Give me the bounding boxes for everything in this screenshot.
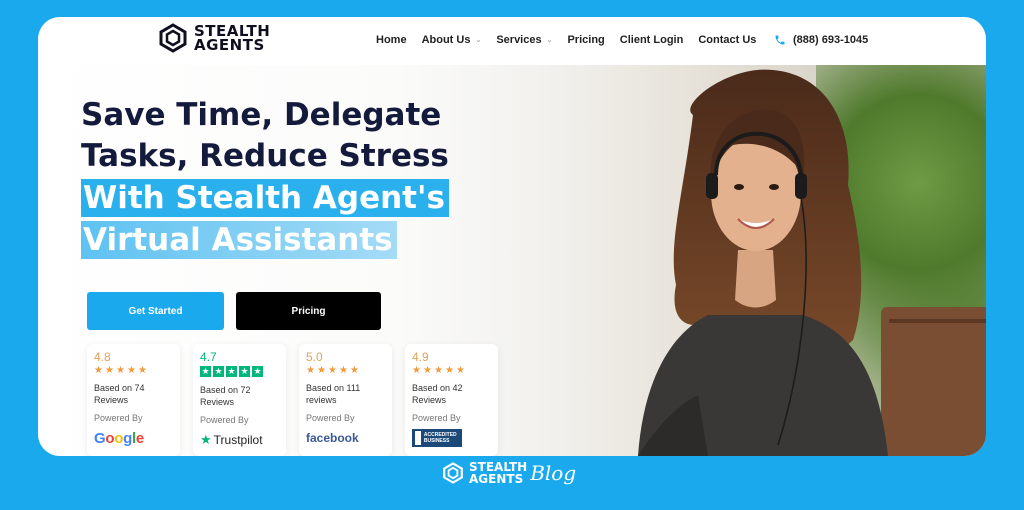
star-half-icon: ★ (350, 365, 359, 376)
star-icon: ★ (445, 365, 454, 376)
star-rating: ★ ★ ★ ★ ★ (200, 366, 279, 377)
nav-pricing[interactable]: Pricing (567, 34, 604, 46)
review-count: Based on 111 reviews (306, 383, 361, 405)
bbb-label: ACCREDITED BUSINESS (423, 432, 457, 444)
star-icon: ★ (412, 365, 421, 376)
star-half-icon: ★ (138, 365, 147, 376)
headline-line4: Virtual Assistants (81, 221, 397, 259)
stealth-agents-logo[interactable]: STEALTH AGENTS (158, 23, 270, 53)
headline-line2: Tasks, Reduce Stress (81, 138, 449, 174)
nav-home-label: Home (376, 34, 407, 46)
nav-contact-us-label: Contact Us (698, 34, 757, 46)
headline-line1: Save Time, Delegate (81, 97, 442, 133)
review-count: Based on 42 Reviews (412, 383, 463, 405)
star-icon: ★ (317, 365, 326, 376)
logo-hexagon-icon (443, 462, 463, 484)
review-score: 4.7 (200, 350, 217, 364)
nav-services[interactable]: Services ⌄ (496, 34, 552, 46)
star-icon: ★ (423, 365, 432, 376)
nav-about-us[interactable]: About Us ⌄ (422, 34, 482, 46)
star-icon: ★ (213, 366, 224, 377)
google-logo: Google (94, 429, 144, 447)
nav-about-us-label: About Us (421, 34, 471, 46)
star-icon: ★ (339, 365, 348, 376)
powered-by: Powered By (306, 413, 355, 423)
blog-script-label: Blog (530, 461, 577, 485)
phone-link[interactable]: (888) 693-1045 (774, 34, 868, 46)
nav-services-label: Services (496, 34, 542, 46)
logo-line2: AGENTS (194, 36, 265, 54)
hero-card: STEALTH AGENTS Home About Us ⌄ Services ⌄ … (38, 17, 986, 456)
star-half-icon: ★ (456, 365, 465, 376)
star-rating: ★ ★ ★ ★ ★ (412, 365, 491, 376)
star-icon: ★ (127, 365, 136, 376)
chair-image (881, 307, 986, 456)
star-icon: ★ (226, 366, 237, 377)
review-card-bbb[interactable]: 4.9 ★ ★ ★ ★ ★ Based on 42 Reviews Powered By… (405, 344, 498, 456)
bbb-logo: ACCREDITED BUSINESS (412, 429, 491, 447)
review-card-google[interactable]: 4.8 ★ ★ ★ ★ ★ Based on 74 Reviews Powered By… (87, 344, 180, 456)
main-nav: Home About Us ⌄ Services ⌄ Pricing Client … (376, 34, 771, 46)
nav-pricing-label: Pricing (567, 34, 605, 46)
review-score: 4.9 (412, 350, 429, 364)
star-icon: ★ (200, 366, 211, 377)
review-score: 4.8 (94, 350, 111, 364)
phone-number: (888) 693-1045 (793, 34, 869, 46)
headline-line3: With Stealth Agent's (81, 179, 449, 217)
powered-by: Powered By (412, 413, 461, 423)
star-icon: ★ (252, 366, 263, 377)
logo-text: STEALTH AGENTS (194, 24, 270, 54)
get-started-button[interactable]: Get Started (87, 292, 224, 330)
powered-by: Powered By (200, 415, 249, 425)
star-icon: ★ (105, 365, 114, 376)
review-card-trustpilot[interactable]: 4.7 ★ ★ ★ ★ ★ Based on 72 Reviews Powered By… (193, 344, 286, 456)
nav-contact-us[interactable]: Contact Us (698, 34, 756, 46)
phone-icon (775, 35, 785, 45)
stealth-agents-blog-logo: STEALTH AGENTS Blog (442, 461, 576, 485)
logo-hexagon-icon (159, 23, 187, 53)
review-count: Based on 74 Reviews (94, 383, 145, 405)
nav-client-login[interactable]: Client Login (620, 34, 684, 46)
review-count: Based on 72 Reviews (200, 385, 251, 407)
star-rating: ★ ★ ★ ★ ★ (94, 365, 173, 376)
nav-home[interactable]: Home (376, 34, 407, 46)
star-icon: ★ (94, 365, 103, 376)
review-score: 5.0 (306, 350, 323, 364)
virtual-assistant-photo (638, 69, 888, 456)
star-rating: ★ ★ ★ ★ ★ (306, 365, 385, 376)
chevron-down-icon: ⌄ (475, 37, 482, 44)
review-card-facebook[interactable]: 5.0 ★ ★ ★ ★ ★ Based on 111 reviews Powered B… (299, 344, 392, 456)
star-icon: ★ (306, 365, 315, 376)
star-icon: ★ (328, 365, 337, 376)
pricing-button[interactable]: Pricing (236, 292, 381, 330)
nav-client-login-label: Client Login (619, 34, 684, 46)
blog-logo-line2: AGENTS (469, 472, 524, 486)
chevron-down-icon: ⌄ (546, 37, 553, 44)
facebook-logo: facebook (306, 431, 359, 445)
trustpilot-logo: ★ Trustpilot (200, 431, 279, 449)
bbb-torch-icon (415, 431, 421, 445)
star-icon: ★ (239, 366, 250, 377)
star-icon: ★ (116, 365, 125, 376)
powered-by: Powered By (94, 413, 143, 423)
star-icon: ★ (434, 365, 443, 376)
trustpilot-star-icon: ★ (200, 432, 212, 447)
trustpilot-label: Trustpilot (213, 433, 263, 447)
hero-headline: Save Time, Delegate Tasks, Reduce Stress… (81, 95, 481, 261)
